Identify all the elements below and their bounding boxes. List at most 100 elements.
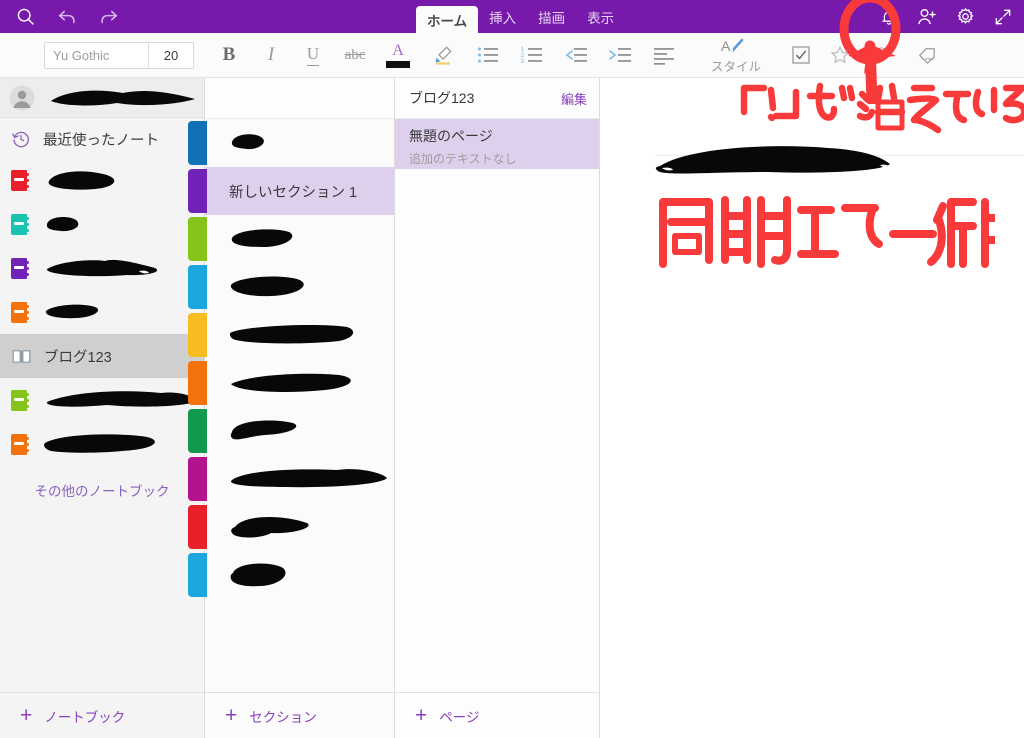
page-item-subtitle: 追加のテキストなし — [409, 152, 517, 166]
redacted-page-title — [655, 146, 890, 174]
section-item-6[interactable] — [188, 359, 394, 407]
font-size-input[interactable]: 20 — [149, 43, 193, 68]
section-color-tab — [188, 265, 207, 309]
strikethrough-button[interactable]: abc — [334, 33, 376, 78]
canvas-rule-line — [655, 155, 1024, 156]
section-color-tab — [188, 553, 207, 597]
add-section-button[interactable]: + セクション — [205, 692, 395, 738]
open-book-icon — [12, 349, 31, 363]
help-button[interactable]: ? — [860, 33, 904, 78]
star-tag-button[interactable] — [820, 33, 860, 78]
highlighter-button[interactable] — [420, 33, 466, 78]
italic-button[interactable]: I — [250, 33, 292, 78]
notebook-item-1[interactable] — [0, 158, 204, 202]
note-canvas[interactable] — [600, 78, 1024, 738]
undo-icon[interactable] — [50, 0, 84, 33]
notebook-panel: 最近使ったノート ブログ123 その他のノートブック — [0, 78, 205, 738]
font-color-swatch — [386, 60, 410, 68]
ribbon-bar: ホーム 挿入 描画 表示 — [0, 0, 1024, 33]
redacted-section-name — [230, 420, 297, 440]
notebook-list: 最近使ったノート ブログ123 その他のノートブック — [0, 118, 204, 500]
expand-icon[interactable] — [986, 0, 1020, 33]
notebook-icon — [11, 389, 31, 411]
section-item-3[interactable] — [188, 215, 394, 263]
section-panel-header — [205, 78, 394, 119]
add-page-button[interactable]: + ページ — [395, 692, 600, 738]
notebook-item-4[interactable] — [0, 290, 204, 334]
notebook-icon — [11, 169, 31, 191]
recent-notes-label: 最近使ったノート — [43, 132, 159, 149]
page-list-item[interactable]: 無題のページ 追加のテキストなし — [395, 119, 599, 169]
increase-indent-icon — [609, 48, 631, 62]
redacted-notebook-name — [46, 259, 158, 277]
section-item-1[interactable] — [188, 119, 394, 167]
section-color-tab — [188, 313, 207, 357]
notebook-icon — [11, 257, 31, 279]
tab-draw[interactable]: 描画 — [527, 0, 576, 33]
section-item-new-section-1[interactable]: 新しいセクション 1 — [188, 167, 394, 215]
avatar — [9, 85, 35, 110]
todo-checkbox-button[interactable] — [782, 33, 820, 78]
section-item-8[interactable] — [188, 455, 394, 503]
notebook-item-3[interactable] — [0, 246, 204, 290]
notebook-item-2[interactable] — [0, 202, 204, 246]
bold-button[interactable]: B — [208, 33, 250, 78]
redacted-section-name — [230, 469, 387, 488]
decrease-indent-button[interactable] — [554, 33, 598, 78]
notebook-icon — [11, 301, 31, 323]
redacted-section-name — [231, 229, 293, 247]
section-item-7[interactable] — [188, 407, 394, 455]
section-color-tab — [188, 361, 207, 405]
sidebar-item-recent-notes[interactable]: 最近使ったノート — [0, 120, 204, 158]
redacted-notebook-name — [44, 434, 155, 453]
highlighter-icon — [435, 46, 452, 65]
bulleted-list-button[interactable] — [466, 33, 510, 78]
sidebar-item-blog123[interactable]: ブログ123 — [0, 334, 204, 378]
tab-view[interactable]: 表示 — [576, 0, 625, 33]
section-item-9[interactable] — [188, 503, 394, 551]
section-item-4[interactable] — [188, 263, 394, 311]
add-notebook-label: ノートブック — [44, 709, 126, 725]
section-color-tab — [188, 409, 207, 453]
section-item-10[interactable] — [188, 551, 394, 599]
underline-button[interactable]: U — [292, 33, 334, 78]
redacted-notebook-name — [45, 304, 99, 319]
other-notebooks-label[interactable]: その他のノートブック — [0, 480, 204, 500]
tab-home[interactable]: ホーム — [416, 6, 479, 33]
redacted-section-name — [231, 517, 309, 538]
edit-button[interactable]: 編集 — [561, 89, 587, 108]
account-row[interactable] — [0, 78, 204, 118]
page-item-title: 無題のページ — [409, 128, 493, 144]
font-name-input[interactable]: Yu Gothic — [45, 42, 149, 68]
search-icon[interactable] — [8, 0, 42, 33]
redo-icon[interactable] — [92, 0, 126, 33]
font-control[interactable]: Yu Gothic 20 — [44, 41, 194, 69]
notebook-item-6[interactable] — [0, 378, 204, 422]
bell-icon[interactable] — [872, 0, 906, 33]
notebook-item-7[interactable] — [0, 422, 204, 466]
page-panel-header: ブログ123 編集 — [395, 78, 599, 119]
tab-insert[interactable]: 挿入 — [478, 0, 527, 33]
styles-button[interactable]: A スタイル — [686, 33, 782, 78]
gear-icon[interactable] — [948, 0, 982, 33]
notebook-icon — [11, 213, 31, 235]
add-notebook-button[interactable]: + ノートブック — [0, 692, 205, 738]
onenote-window: ホーム 挿入 描画 表示 Yu Gothic 20 B I U abc A 1 … — [0, 0, 1024, 738]
increase-indent-button[interactable] — [598, 33, 642, 78]
align-left-icon — [654, 48, 674, 65]
numbered-list-button[interactable]: 1 2 3 — [510, 33, 554, 78]
notebook-label-blog123: ブログ123 — [44, 349, 112, 366]
section-color-tab — [188, 121, 207, 165]
page-panel: ブログ123 編集 無題のページ 追加のテキストなし — [395, 78, 600, 738]
numbered-list-icon: 1 2 3 — [521, 46, 542, 65]
font-color-button[interactable]: A — [376, 33, 420, 78]
redacted-section-name — [231, 373, 351, 392]
section-item-5[interactable] — [188, 311, 394, 359]
section-label: 新しいセクション 1 — [229, 184, 358, 201]
add-person-icon[interactable] — [910, 0, 944, 33]
tag-icon — [918, 47, 935, 64]
redacted-notebook-name — [48, 171, 115, 190]
tag-more-button[interactable] — [904, 33, 948, 78]
alignment-button[interactable] — [642, 33, 686, 78]
section-color-tab — [188, 169, 207, 213]
